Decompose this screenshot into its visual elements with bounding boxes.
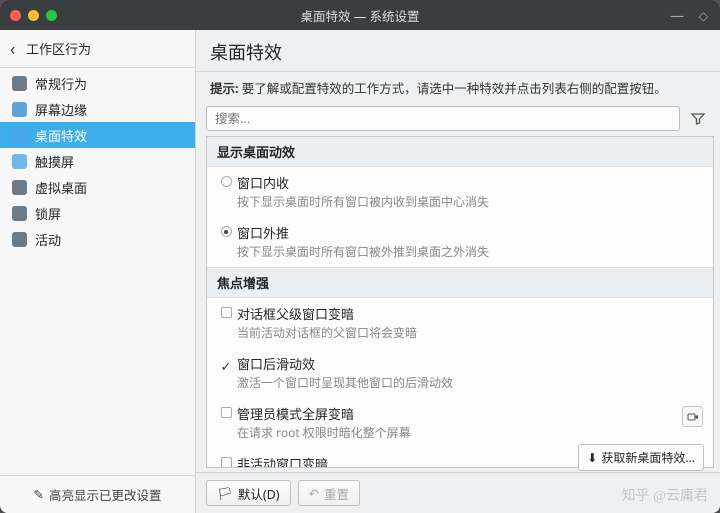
minimize-dash-icon[interactable]: — [670, 6, 684, 25]
sidebar-item-icon [10, 100, 28, 118]
checkbox[interactable] [215, 404, 237, 418]
get-new-effects-button[interactable]: ⬇ 获取新桌面特效... [578, 444, 704, 471]
sidebar-item-label: 锁屏 [35, 204, 61, 223]
effect-actions [682, 404, 705, 427]
defaults-label: 默认(D) [238, 484, 280, 503]
sidebar-item[interactable]: 活动 [0, 226, 195, 252]
chevron-left-icon[interactable]: ‹ [10, 37, 26, 60]
titlebar[interactable]: 桌面特效 — 系统设置 — ◇ [0, 0, 720, 30]
highlight-changed-label: 高亮显示已更改设置 [49, 485, 162, 504]
sidebar-item-label: 虚拟桌面 [35, 178, 87, 197]
effect-text: 窗口内收按下显示桌面时所有窗口被内收到桌面中心消失 [237, 173, 703, 210]
get-new-label: 获取新桌面特效... [601, 449, 695, 466]
hint-label: 提示: [210, 80, 239, 97]
effect-title: 对话框父级窗口变暗 [237, 304, 703, 323]
content-area: ‹ 工作区行为 常规行为屏幕边缘桌面特效触摸屏虚拟桌面锁屏活动 ✎ 高亮显示已更… [0, 30, 720, 513]
effect-row[interactable]: 窗口内收按下显示桌面时所有窗口被内收到桌面中心消失 [207, 167, 713, 217]
search-row [196, 103, 720, 136]
sidebar-item[interactable]: 锁屏 [0, 200, 195, 226]
highlight-changed-button[interactable]: ✎ 高亮显示已更改设置 [0, 475, 195, 513]
checkbox[interactable] [215, 304, 237, 318]
sidebar-item-icon [10, 204, 28, 222]
page-title: 桌面特效 [210, 39, 706, 65]
sidebar-item-icon [10, 230, 28, 248]
sidebar-item-icon [10, 152, 28, 170]
reset-label: 重置 [324, 484, 349, 503]
pencil-icon: ✎ [34, 486, 44, 503]
effect-title: 窗口后滑动效 [237, 354, 703, 373]
expand-icon[interactable]: ◇ [699, 7, 708, 24]
window-title: 桌面特效 — 系统设置 [10, 6, 710, 25]
effect-row[interactable]: 对话框父级窗口变暗当前活动对话框的父窗口将会变暗 [207, 298, 713, 348]
sidebar-item[interactable]: 屏幕边缘 [0, 96, 195, 122]
effects-list-container: 显示桌面动效窗口内收按下显示桌面时所有窗口被内收到桌面中心消失窗口外推按下显示桌… [206, 136, 714, 468]
effect-actions [703, 223, 705, 225]
sidebar-item-icon [10, 126, 28, 144]
close-icon[interactable] [10, 10, 21, 21]
defaults-button[interactable]: 🏳 默认(D) [206, 480, 291, 506]
group-header: 显示桌面动效 [207, 137, 713, 167]
sidebar-item-icon [10, 178, 28, 196]
page-header: 桌面特效 [196, 30, 720, 71]
effect-text: 管理员模式全屏变暗在请求 root 权限时暗化整个屏幕 [237, 404, 682, 441]
download-icon: ⬇ [587, 449, 597, 466]
effect-text: 窗口外推按下显示桌面时所有窗口被外推到桌面之外消失 [237, 223, 703, 260]
sidebar-item-label: 屏幕边缘 [35, 100, 87, 119]
undo-icon: ↶ [309, 485, 319, 502]
effect-actions [703, 173, 705, 175]
effect-text: 窗口后滑动效激活一个窗口时呈现其他窗口的后滑动效 [237, 354, 703, 391]
effect-row[interactable]: ✓窗口后滑动效激活一个窗口时呈现其他窗口的后滑动效 [207, 348, 713, 398]
effect-desc: 当前活动对话框的父窗口将会变暗 [237, 324, 703, 341]
effect-title: 窗口外推 [237, 223, 703, 242]
hint-bar: 提示: 要了解或配置特效的工作方式，请选中一种特效并点击列表右侧的配置按钮。 [196, 71, 720, 103]
effect-actions [703, 304, 705, 306]
effect-desc: 激活一个窗口时呈现其他窗口的后滑动效 [237, 374, 703, 391]
sidebar-item-label: 桌面特效 [35, 126, 87, 145]
effect-text: 对话框父级窗口变暗当前活动对话框的父窗口将会变暗 [237, 304, 703, 341]
zoom-icon[interactable] [46, 10, 57, 21]
breadcrumb[interactable]: ‹ 工作区行为 [0, 30, 195, 68]
sidebar-item[interactable]: 常规行为 [0, 70, 195, 96]
window-controls [10, 10, 57, 21]
minimize-icon[interactable] [28, 10, 39, 21]
video-icon[interactable] [682, 406, 703, 427]
checkbox[interactable]: ✓ [215, 354, 237, 375]
effect-row[interactable]: 窗口外推按下显示桌面时所有窗口被外推到桌面之外消失 [207, 217, 713, 267]
sidebar-item-label: 常规行为 [35, 74, 87, 93]
settings-window: 桌面特效 — 系统设置 — ◇ ‹ 工作区行为 常规行为屏幕边缘桌面特效触摸屏虚… [0, 0, 720, 513]
effect-title: 窗口内收 [237, 173, 703, 192]
effect-actions [703, 354, 705, 356]
effect-desc: 在请求 root 权限时暗化整个屏幕 [237, 424, 682, 441]
effect-desc: 按下显示桌面时所有窗口被内收到桌面中心消失 [237, 193, 703, 210]
sidebar: ‹ 工作区行为 常规行为屏幕边缘桌面特效触摸屏虚拟桌面锁屏活动 ✎ 高亮显示已更… [0, 30, 196, 513]
radio-button[interactable] [215, 223, 237, 237]
checkbox[interactable] [215, 454, 237, 467]
sidebar-item-label: 触摸屏 [35, 152, 74, 171]
flag-icon: 🏳 [217, 485, 233, 502]
bottom-bar: 🏳 默认(D) ↶ 重置 [196, 472, 720, 513]
sidebar-nav: 常规行为屏幕边缘桌面特效触摸屏虚拟桌面锁屏活动 [0, 68, 195, 475]
group-header: 焦点增强 [207, 267, 713, 298]
sidebar-item[interactable]: 虚拟桌面 [0, 174, 195, 200]
main-panel: 桌面特效 提示: 要了解或配置特效的工作方式，请选中一种特效并点击列表右侧的配置… [196, 30, 720, 513]
sidebar-item[interactable]: 触摸屏 [0, 148, 195, 174]
hint-text: 要了解或配置特效的工作方式，请选中一种特效并点击列表右侧的配置按钮。 [242, 80, 667, 97]
search-input[interactable] [206, 106, 680, 131]
reset-button[interactable]: ↶ 重置 [298, 480, 361, 506]
breadcrumb-label: 工作区行为 [26, 39, 91, 58]
effect-title: 管理员模式全屏变暗 [237, 404, 682, 423]
effects-list[interactable]: 显示桌面动效窗口内收按下显示桌面时所有窗口被内收到桌面中心消失窗口外推按下显示桌… [207, 137, 713, 467]
filter-icon[interactable] [686, 107, 710, 131]
radio-button[interactable] [215, 173, 237, 187]
sidebar-item-icon [10, 74, 28, 92]
sidebar-item[interactable]: 桌面特效 [0, 122, 195, 148]
effect-row[interactable]: 管理员模式全屏变暗在请求 root 权限时暗化整个屏幕 [207, 398, 713, 448]
effect-desc: 按下显示桌面时所有窗口被外推到桌面之外消失 [237, 243, 703, 260]
sidebar-item-label: 活动 [35, 230, 61, 249]
